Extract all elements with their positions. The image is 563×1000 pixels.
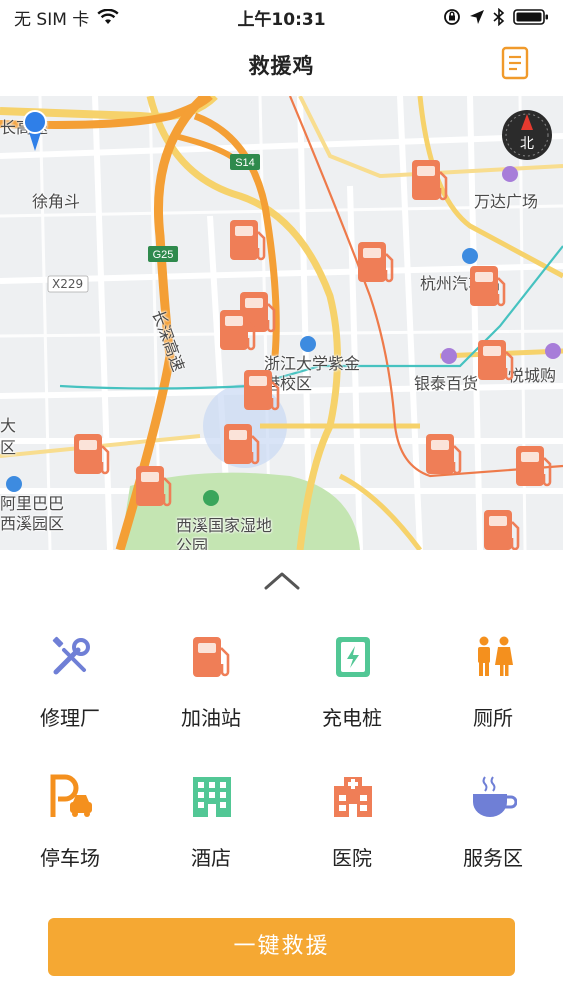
parking-icon xyxy=(50,774,92,817)
nav-bar: 救援鸡 xyxy=(0,34,563,96)
gas-station-icon xyxy=(244,370,280,411)
document-list-icon[interactable] xyxy=(501,46,529,80)
chevron-up-icon[interactable] xyxy=(262,568,302,592)
carrier-text: 无 SIM 卡 xyxy=(14,9,90,30)
gas-station-icon xyxy=(470,266,506,307)
map-view[interactable]: S14 G25 长高速 徐角斗 X229 长深高速 万达广场 杭州汽车站 浙江大… xyxy=(0,96,563,550)
map-label-x229: X229 xyxy=(52,277,84,291)
category-label: 加油站 xyxy=(181,706,241,730)
gas-station-icon xyxy=(358,242,394,283)
one-click-rescue-button[interactable]: 一键救援 xyxy=(48,918,515,976)
category-label: 医院 xyxy=(332,846,372,870)
service-area-icon xyxy=(473,776,517,817)
map-label-yintai: 银泰百货 xyxy=(414,374,479,393)
svg-text:S14: S14 xyxy=(235,157,255,169)
category-label: 停车场 xyxy=(40,846,100,870)
restroom-icon xyxy=(478,636,513,676)
gas-station-marker[interactable] xyxy=(476,338,518,386)
gas-station-marker[interactable] xyxy=(468,264,510,312)
wrench-screwdriver-icon xyxy=(52,636,90,675)
category-gas-station[interactable]: 加油站 xyxy=(141,620,281,730)
category-label: 服务区 xyxy=(463,846,523,870)
gas-station-marker[interactable] xyxy=(218,308,260,356)
gas-station-icon xyxy=(230,220,266,261)
hospital-icon xyxy=(334,777,372,817)
gas-station-icon xyxy=(136,466,172,507)
map-label-qu: 区 xyxy=(0,438,17,457)
category-hotel[interactable]: 酒店 xyxy=(141,760,281,870)
status-left: 无 SIM 卡 xyxy=(14,5,119,30)
category-hospital[interactable]: 医院 xyxy=(282,760,422,870)
category-label: 充电桩 xyxy=(322,706,382,730)
category-label: 厕所 xyxy=(473,706,513,730)
status-right xyxy=(443,8,549,26)
wifi-icon xyxy=(97,9,119,24)
category-service-area[interactable]: 服务区 xyxy=(423,760,563,870)
charging-station-icon xyxy=(336,637,370,677)
map-label-xujiao: 徐角斗 xyxy=(32,192,81,211)
compass-label: 北 xyxy=(520,136,534,152)
category-restroom[interactable]: 厕所 xyxy=(423,620,563,730)
gas-station-marker[interactable] xyxy=(514,444,556,492)
gas-station-icon xyxy=(193,637,230,677)
gas-station-icon xyxy=(220,310,256,351)
bluetooth-icon xyxy=(493,8,505,26)
category-charging-station[interactable]: 充电桩 xyxy=(282,620,422,730)
status-bar: 无 SIM 卡 上午10:31 xyxy=(0,0,563,34)
page-title: 救援鸡 xyxy=(248,54,315,78)
orientation-lock-icon xyxy=(444,9,460,25)
gas-station-marker[interactable] xyxy=(228,218,270,266)
gas-station-icon xyxy=(224,424,260,465)
category-repair-shop[interactable]: 修理厂 xyxy=(0,620,140,730)
gas-station-icon xyxy=(484,510,520,550)
gas-station-marker[interactable] xyxy=(242,368,284,416)
category-label: 酒店 xyxy=(191,846,231,870)
gas-station-marker[interactable] xyxy=(356,240,398,288)
gas-station-icon xyxy=(516,446,552,487)
gas-station-marker[interactable] xyxy=(482,508,524,550)
gas-station-icon xyxy=(74,434,110,475)
gas-station-marker[interactable] xyxy=(72,432,114,480)
map-label-wanda: 万达广场 xyxy=(474,192,539,211)
gas-station-marker[interactable] xyxy=(134,464,176,512)
hotel-icon xyxy=(193,777,231,817)
current-location-pin-icon xyxy=(23,110,47,151)
svg-text:G25: G25 xyxy=(153,249,174,261)
gas-station-icon xyxy=(426,434,462,475)
map-label-alibaba: 阿里巴巴西溪园区 xyxy=(0,494,65,533)
gas-station-icon xyxy=(412,160,448,201)
compass-button[interactable]: 北 xyxy=(500,108,554,162)
gas-station-marker[interactable] xyxy=(410,158,452,206)
gas-station-icon xyxy=(478,340,514,381)
map-label-da: 大 xyxy=(0,416,17,435)
battery-icon xyxy=(513,9,548,25)
category-parking[interactable]: 停车场 xyxy=(0,760,140,870)
map-label-xixi: 西溪国家湿地公园 xyxy=(176,516,273,550)
map-background: S14 G25 xyxy=(0,96,563,550)
category-label: 修理厂 xyxy=(40,706,100,730)
location-arrow-icon xyxy=(470,10,484,24)
compass-icon: 北 xyxy=(502,110,552,160)
gas-station-marker[interactable] xyxy=(424,432,466,480)
gas-station-marker[interactable] xyxy=(222,422,264,470)
